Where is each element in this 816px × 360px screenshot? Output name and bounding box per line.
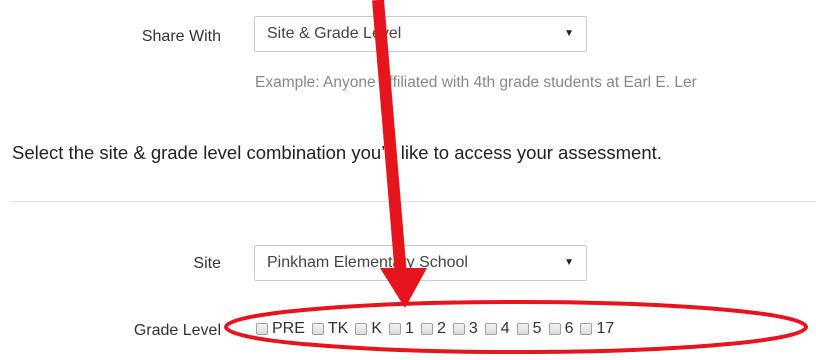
section-divider (10, 201, 816, 202)
grade-option-4[interactable]: 4 (484, 320, 510, 338)
grade-option-label: K (371, 320, 383, 337)
site-select[interactable]: Pinkham Elementary School ▼ (254, 245, 587, 281)
grade-checkbox[interactable] (389, 323, 402, 335)
grade-option-1[interactable]: 1 (389, 320, 414, 338)
grade-option-5[interactable]: 5 (516, 320, 542, 338)
share-with-help-text: Example: Anyone affiliated with 4th grad… (255, 74, 697, 91)
page: Share With Site & Grade Level ▼ Example:… (0, 0, 816, 360)
grade-option-label: 4 (500, 320, 510, 337)
grade-option-label: 17 (596, 320, 615, 337)
grade-checkbox[interactable] (484, 323, 497, 335)
grade-checkbox[interactable] (420, 323, 433, 335)
grade-option-6[interactable]: 6 (548, 320, 574, 338)
site-selected: Pinkham Elementary School (267, 254, 468, 271)
grade-option-tk[interactable]: TK (311, 320, 349, 338)
grade-option-label: 1 (405, 320, 414, 337)
grade-checkbox[interactable] (516, 323, 529, 335)
grade-level-label: Grade Level (133, 322, 221, 339)
grade-option-label: 3 (468, 320, 478, 337)
grade-level-checkbox-group: PRE TK K 1 2 3 4 5 6 17 (256, 318, 621, 340)
share-with-label: Share With (141, 28, 221, 45)
chevron-down-icon: ▼ (564, 28, 574, 39)
grade-checkbox[interactable] (256, 323, 268, 335)
grade-option-label: 2 (436, 320, 446, 337)
site-label: Site (193, 255, 221, 272)
grade-checkbox[interactable] (355, 323, 368, 335)
grade-option-label: 5 (532, 320, 542, 337)
grade-option-label: 6 (564, 320, 574, 337)
grade-checkbox[interactable] (452, 323, 465, 335)
grade-option-k[interactable]: K (355, 320, 382, 338)
grade-checkbox[interactable] (548, 323, 561, 335)
grade-option-3[interactable]: 3 (452, 320, 478, 338)
grade-checkbox[interactable] (311, 323, 324, 335)
grade-checkbox[interactable] (580, 323, 593, 335)
annotation-overlay (224, 0, 808, 354)
grade-option-pre[interactable]: PRE (256, 320, 305, 338)
grade-option-label: TK (327, 320, 349, 337)
grade-option-17[interactable]: 17 (580, 320, 614, 338)
share-with-select[interactable]: Site & Grade Level ▼ (254, 16, 587, 52)
grade-option-2[interactable]: 2 (420, 320, 446, 338)
chevron-down-icon: ▼ (564, 257, 574, 268)
section-heading: Select the site & grade level combinatio… (12, 142, 662, 163)
grade-option-label: PRE (272, 320, 305, 337)
share-with-selected: Site & Grade Level (267, 25, 402, 42)
